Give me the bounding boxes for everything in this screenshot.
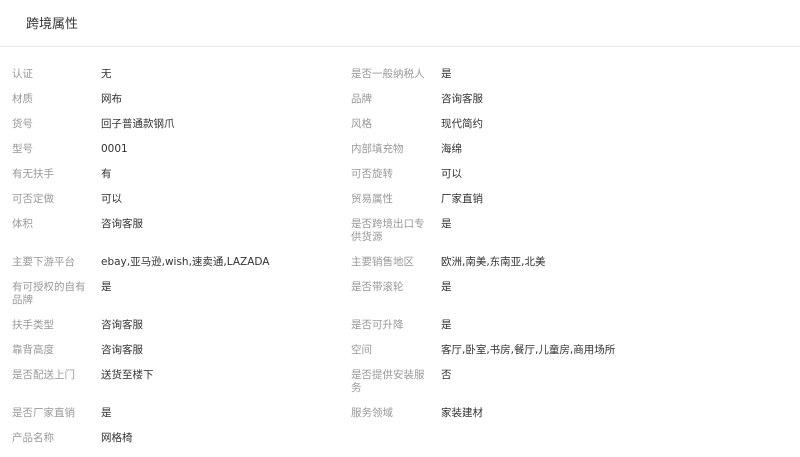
attribute-label: 品牌 bbox=[351, 93, 372, 105]
attribute-value: 是 bbox=[101, 281, 112, 293]
attribute-label: 有可授权的自有品牌 bbox=[12, 281, 86, 306]
attribute-value: 咨询客服 bbox=[101, 344, 143, 356]
attribute-value: 送货至楼下 bbox=[101, 369, 154, 381]
attribute-label: 是否可升降 bbox=[351, 319, 404, 331]
attribute-value: 可以 bbox=[441, 168, 462, 180]
attribute-value: 咨询客服 bbox=[101, 319, 143, 331]
attribute-label: 材质 bbox=[12, 93, 33, 105]
attribute-label: 是否一般纳税人 bbox=[351, 68, 425, 80]
attribute-label: 是否提供安装服务 bbox=[351, 369, 425, 394]
section-header: 跨境属性 bbox=[0, 0, 800, 47]
attribute-value: 网格椅 bbox=[101, 432, 133, 444]
attribute-label: 体积 bbox=[12, 218, 33, 230]
attribute-value: 网布 bbox=[101, 93, 122, 105]
attribute-value: 可以 bbox=[101, 193, 122, 205]
attribute-value: 欧洲,南美,东南亚,北美 bbox=[441, 256, 546, 268]
attribute-label: 内部填充物 bbox=[351, 143, 404, 155]
attribute-value: 0001 bbox=[101, 143, 128, 155]
attribute-value: 是 bbox=[441, 218, 452, 230]
attribute-label: 主要下游平台 bbox=[12, 256, 75, 268]
attribute-label: 是否带滚轮 bbox=[351, 281, 404, 293]
attribute-value: 是 bbox=[441, 319, 452, 331]
attribute-value: 回子普通款钢爪 bbox=[101, 118, 175, 130]
attribute-label: 服务领域 bbox=[351, 407, 393, 419]
attribute-label: 是否配送上门 bbox=[12, 369, 75, 381]
attribute-value: 有 bbox=[101, 168, 112, 180]
attribute-label: 可否定做 bbox=[12, 193, 54, 205]
attribute-label: 空间 bbox=[351, 344, 372, 356]
attribute-label: 有无扶手 bbox=[12, 168, 54, 180]
attribute-value: 厂家直销 bbox=[441, 193, 483, 205]
attribute-label: 贸易属性 bbox=[351, 193, 393, 205]
attribute-label: 认证 bbox=[12, 68, 33, 80]
attribute-label: 扶手类型 bbox=[12, 319, 54, 331]
attribute-value: 咨询客服 bbox=[441, 93, 483, 105]
attribute-label: 靠背高度 bbox=[12, 344, 54, 356]
attribute-value: 家装建材 bbox=[441, 407, 483, 419]
attribute-value: 是 bbox=[441, 281, 452, 293]
attribute-value: 否 bbox=[441, 369, 452, 381]
attribute-value: 咨询客服 bbox=[101, 218, 143, 230]
attribute-value: 是 bbox=[101, 407, 112, 419]
attribute-value: 现代简约 bbox=[441, 118, 483, 130]
attribute-label: 主要销售地区 bbox=[351, 256, 414, 268]
section-title: 跨境属性 bbox=[26, 17, 79, 32]
attribute-label: 是否厂家直销 bbox=[12, 407, 75, 419]
attribute-label: 型号 bbox=[12, 143, 33, 155]
attribute-value: ebay,亚马逊,wish,速卖通,LAZADA bbox=[101, 256, 270, 268]
attribute-value: 海绵 bbox=[441, 143, 462, 155]
attribute-value: 客厅,卧室,书房,餐厅,儿童房,商用场所 bbox=[441, 344, 616, 356]
attribute-value: 无 bbox=[101, 68, 112, 80]
attribute-label: 货号 bbox=[12, 118, 33, 130]
attribute-label: 是否跨境出口专供货源 bbox=[351, 218, 425, 243]
attribute-value: 是 bbox=[441, 68, 452, 80]
attribute-label: 产品名称 bbox=[12, 432, 54, 444]
attribute-label: 可否旋转 bbox=[351, 168, 393, 180]
attribute-label: 风格 bbox=[351, 118, 372, 130]
